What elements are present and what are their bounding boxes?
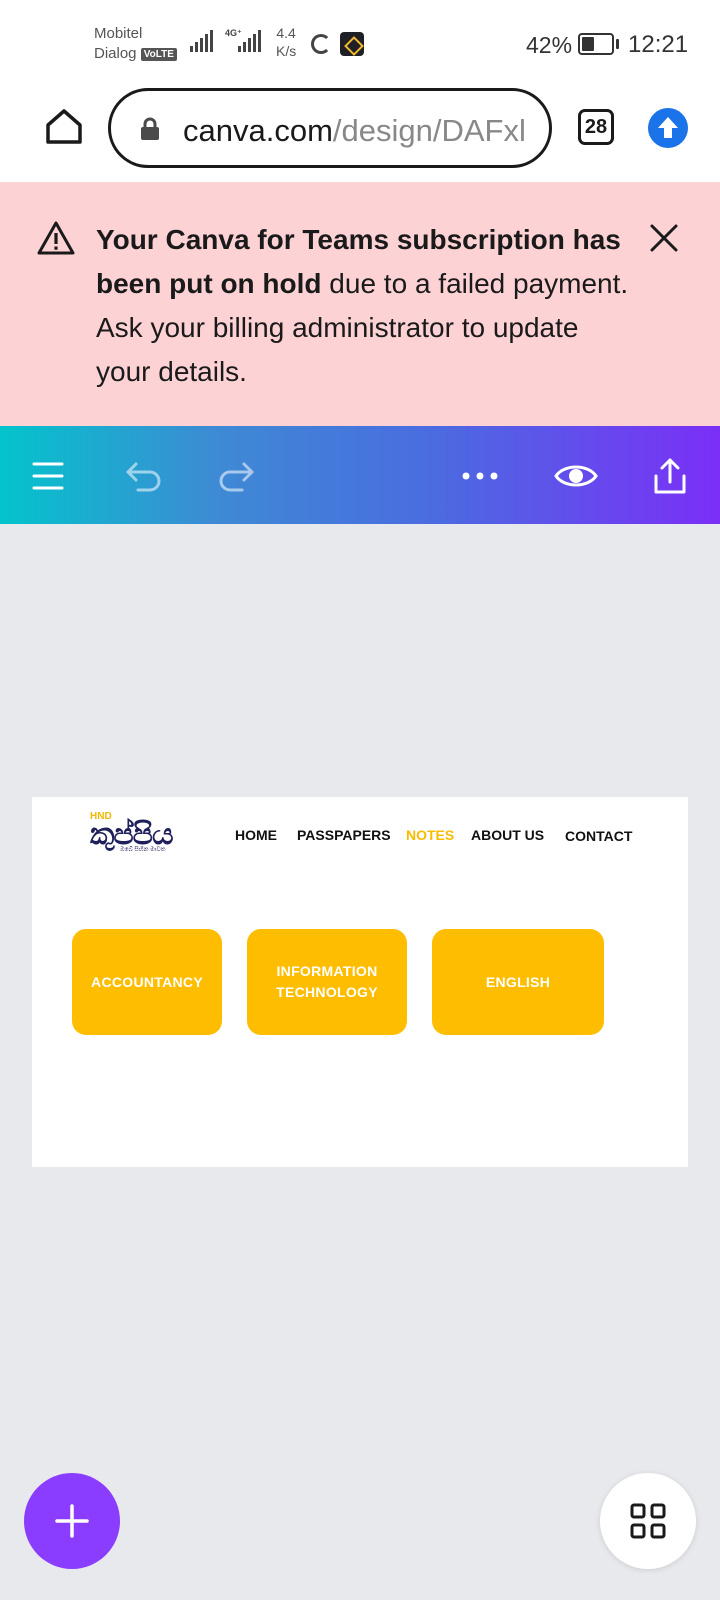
nav-home[interactable]: HOME: [235, 827, 277, 843]
more-options-button[interactable]: [460, 456, 500, 496]
url-text: canva.com/design/DAFxl: [183, 113, 526, 148]
clock: 12:21: [628, 31, 689, 58]
sync-icon: [311, 34, 331, 54]
share-button[interactable]: [650, 456, 690, 496]
design-page[interactable]: HND කුප්පිය ඔබේ සිහින මාවත HOME PASSPAPE…: [32, 797, 688, 1167]
card-accountancy[interactable]: ACCOUNTANCY: [72, 929, 222, 1035]
carrier-info: Mobitel Dialog VoLTE: [94, 24, 177, 64]
site-logo[interactable]: HND කුප්පිය ඔබේ සිහින මාවත: [90, 811, 186, 857]
more-horizontal-icon: [462, 472, 498, 480]
plus-icon: [55, 1504, 89, 1538]
data-speed: 4.4 K/s: [276, 25, 297, 59]
battery-percent: 42%: [526, 32, 573, 58]
menu-button[interactable]: [28, 456, 68, 496]
close-icon: [650, 224, 678, 252]
hamburger-menu-icon: [32, 462, 64, 490]
carrier-1: Mobitel: [94, 25, 143, 42]
grid-icon: [630, 1503, 666, 1539]
eye-icon: [554, 465, 598, 487]
nav-passpapers[interactable]: PASSPAPERS: [297, 827, 391, 843]
banner-close-button[interactable]: [646, 220, 682, 256]
redo-button[interactable]: [216, 456, 256, 496]
editor-toolbar: [0, 426, 720, 524]
browser-update-button[interactable]: [648, 108, 688, 148]
undo-icon: [126, 462, 161, 492]
warning-triangle-icon: [37, 221, 75, 255]
nav-about-us[interactable]: ABOUT US: [471, 827, 544, 843]
browser-toolbar: canva.com/design/DAFxl 28: [0, 82, 720, 182]
status-bar: Mobitel Dialog VoLTE 4G⁺ 4.4 K/s 42% 12:…: [0, 0, 720, 82]
binance-app-icon: [340, 32, 364, 56]
battery-icon: [578, 33, 614, 55]
subscription-hold-banner: Your Canva for Teams subscription has be…: [0, 182, 720, 426]
add-element-button[interactable]: [24, 1473, 120, 1569]
home-button[interactable]: [44, 106, 84, 146]
share-upload-icon: [654, 458, 686, 494]
address-bar[interactable]: canva.com/design/DAFxl: [108, 88, 552, 168]
volte-badge: VoLTE: [140, 47, 177, 61]
pages-grid-button[interactable]: [600, 1473, 696, 1569]
redo-icon: [219, 462, 254, 492]
logo-tagline: ඔබේ සිහින මාවත: [120, 847, 166, 853]
home-icon: [46, 109, 82, 144]
battery-cap: [616, 39, 619, 49]
nav-notes[interactable]: NOTES: [406, 827, 454, 843]
signal-1-icon: [190, 30, 213, 52]
signal-2-icon: [238, 30, 261, 52]
card-english[interactable]: ENGLISH: [432, 929, 604, 1035]
arrow-up-circle-icon: [658, 117, 678, 138]
tab-switcher-button[interactable]: 28: [578, 109, 614, 145]
banner-message: Your Canva for Teams subscription has be…: [96, 218, 636, 394]
card-information-technology[interactable]: INFORMATION TECHNOLOGY: [247, 929, 407, 1035]
preview-button[interactable]: [554, 456, 598, 496]
undo-button[interactable]: [124, 456, 164, 496]
lock-icon: [141, 117, 159, 140]
nav-contact[interactable]: CONTACT: [565, 828, 632, 844]
carrier-2: Dialog: [94, 45, 137, 62]
